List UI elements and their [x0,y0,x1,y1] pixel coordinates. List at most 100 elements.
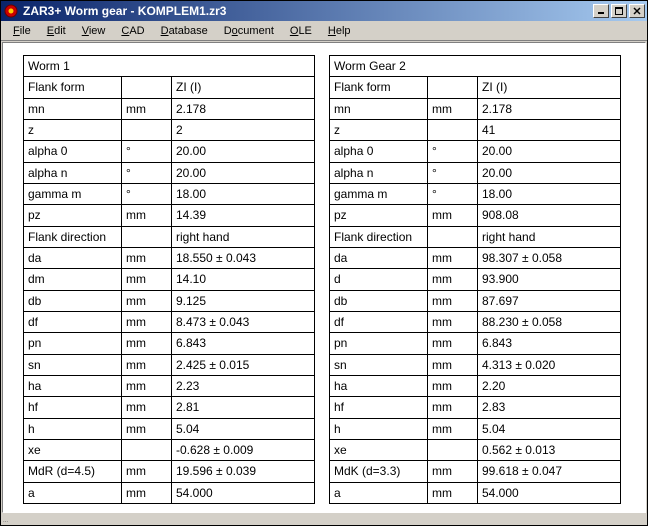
row-unit: mm [122,311,172,332]
row-label: Flank form [330,77,428,98]
row-value: 20.00 [172,162,315,183]
table-row: amm 54.000 [24,482,315,503]
menu-database[interactable]: Database [153,23,216,39]
row-value: 2.81 [172,397,315,418]
table-row: dbmm 87.697 [330,290,621,311]
row-unit: mm [428,354,478,375]
row-label: ha [24,375,122,396]
table-row: pzmm908.08 [330,205,621,226]
row-label: df [330,311,428,332]
row-unit: mm [428,397,478,418]
table-row: amm 54.000 [330,482,621,503]
row-value: 2.425 ± 0.015 [172,354,315,375]
row-label: db [330,290,428,311]
row-label: xe [330,439,428,460]
row-unit: mm [122,397,172,418]
row-value: 9.125 [172,290,315,311]
minimize-button[interactable] [593,4,609,18]
table-row: alpha 0° 20.00 [330,141,621,162]
table-row: hamm 2.23 [24,375,315,396]
table-row: Flank form ZI (I) [330,77,621,98]
row-value: 2.178 [172,98,315,119]
table-row: xe 0.562 ± 0.013 [330,439,621,460]
row-label: alpha n [24,162,122,183]
worm-gear2-table: Worm Gear 2Flank formZI (I)mnmm 2.178z 4… [329,55,621,504]
row-label: mn [330,98,428,119]
row-value: 18.550 ± 0.043 [172,247,315,268]
table-row: dfmm 8.473 ± 0.043 [24,311,315,332]
table-row: dmmm 14.10 [24,269,315,290]
row-value: 19.596 ± 0.039 [172,461,315,482]
maximize-button[interactable] [611,4,627,18]
row-label: alpha n [330,162,428,183]
row-unit: mm [122,247,172,268]
row-value: 18.00 [478,183,621,204]
row-label: pn [330,333,428,354]
table-row: MdK (d=3.3)mm99.618 ± 0.047 [330,461,621,482]
row-value: 2.23 [172,375,315,396]
row-unit: mm [122,333,172,354]
table-row: z 2 [24,119,315,140]
row-label: df [24,311,122,332]
row-unit: mm [428,98,478,119]
menu-view[interactable]: View [74,23,114,39]
app-icon [3,3,19,19]
menu-cad[interactable]: CAD [113,23,152,39]
table-row: hamm 2.20 [330,375,621,396]
row-label: h [24,418,122,439]
row-value: 99.618 ± 0.047 [478,461,621,482]
row-unit [122,226,172,247]
row-unit: ° [122,183,172,204]
menu-help[interactable]: Help [320,23,359,39]
titlebar: ZAR3+ Worm gear - KOMPLEM1.zr3 [1,1,647,21]
table-row: Flank directionright hand [330,226,621,247]
row-unit [122,77,172,98]
row-value: 20.00 [478,141,621,162]
menu-ole[interactable]: OLE [282,23,320,39]
row-unit: mm [428,333,478,354]
row-unit [428,119,478,140]
row-label: sn [330,354,428,375]
table-row: alpha 0° 20.00 [24,141,315,162]
row-label: dm [24,269,122,290]
row-label: alpha 0 [330,141,428,162]
row-unit [428,439,478,460]
row-label: da [330,247,428,268]
table-row: hfmm 2.83 [330,397,621,418]
row-label: ha [330,375,428,396]
table-row: dfmm 88.230 ± 0.058 [330,311,621,332]
row-unit: mm [122,375,172,396]
table-row: alpha n° 20.00 [330,162,621,183]
row-value: 4.313 ± 0.020 [478,354,621,375]
menu-edit[interactable]: Edit [39,23,74,39]
row-label: Flank form [24,77,122,98]
table-row: z 41 [330,119,621,140]
row-unit: mm [122,98,172,119]
table-row: pzmm 14.39 [24,205,315,226]
row-value: 87.697 [478,290,621,311]
row-value: ZI (I) [478,77,621,98]
table-row: hmm 5.04 [330,418,621,439]
table-row: hfmm 2.81 [24,397,315,418]
row-label: d [330,269,428,290]
row-unit: mm [428,269,478,290]
row-value: 6.843 [478,333,621,354]
row-unit: mm [122,354,172,375]
row-label: pz [24,205,122,226]
table-row: pnmm 6.843 [330,333,621,354]
row-value: 908.08 [478,205,621,226]
row-unit: mm [428,205,478,226]
row-unit: mm [428,311,478,332]
close-button[interactable] [629,4,645,18]
row-value: 88.230 ± 0.058 [478,311,621,332]
menu-file[interactable]: File [5,23,39,39]
row-unit [428,226,478,247]
row-value: right hand [172,226,315,247]
row-value: 54.000 [478,482,621,503]
row-unit: mm [428,461,478,482]
row-unit: ° [428,141,478,162]
menu-document[interactable]: Document [216,23,282,39]
table-row: dmm 93.900 [330,269,621,290]
row-unit: ° [428,183,478,204]
row-value: 20.00 [172,141,315,162]
